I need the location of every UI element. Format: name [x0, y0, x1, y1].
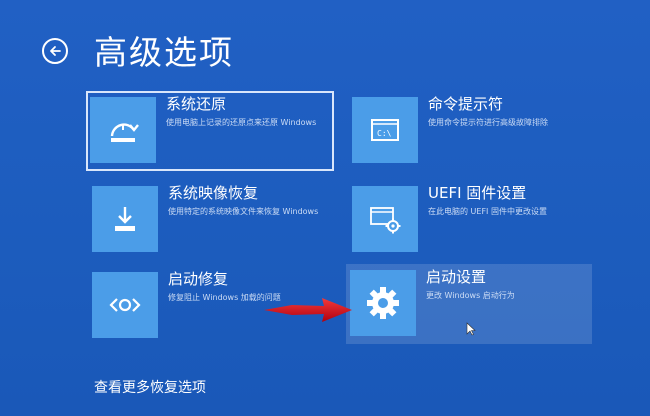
option-title: 启动修复	[168, 270, 229, 288]
option-tile	[92, 186, 158, 252]
system-image-icon	[115, 207, 135, 231]
option-command-prompt[interactable]: C:\ 命令提示符 使用命令提示符进行高级故障排除	[348, 91, 596, 171]
startup-repair-icon	[109, 298, 141, 312]
mouse-cursor-icon	[466, 322, 476, 336]
advanced-options-screen: 高级选项 系统还原 使用电脑上记录的还原点来还原 Windows C:\ 命令提	[0, 0, 650, 416]
option-tile	[92, 272, 158, 338]
restore-icon	[110, 123, 139, 142]
back-button[interactable]	[42, 38, 68, 64]
option-title: 启动设置	[426, 268, 487, 286]
option-description: 使用电脑上记录的还原点来还原 Windows	[166, 118, 317, 127]
option-description: 更改 Windows 启动行为	[426, 291, 515, 300]
see-more-recovery-options-link[interactable]: 查看更多恢复选项	[94, 377, 206, 397]
svg-text:C:\: C:\	[377, 129, 392, 138]
option-title: 系统还原	[166, 95, 227, 113]
red-arrow-annotation	[264, 298, 352, 322]
option-system-image-recovery[interactable]: 系统映像恢复 使用特定的系统映像文件来恢复 Windows	[88, 180, 336, 260]
option-system-restore[interactable]: 系统还原 使用电脑上记录的还原点来还原 Windows	[86, 91, 334, 171]
option-description: 使用命令提示符进行高级故障排除	[428, 118, 548, 127]
option-title: 命令提示符	[428, 95, 504, 113]
gear-icon	[367, 287, 399, 319]
option-tile	[90, 97, 156, 163]
option-description: 使用特定的系统映像文件来恢复 Windows	[168, 207, 319, 216]
uefi-firmware-icon	[370, 207, 401, 234]
option-tile: C:\	[352, 97, 418, 163]
option-description: 在此电脑的 UEFI 固件中更改设置	[428, 207, 547, 216]
option-title: UEFI 固件设置	[428, 184, 527, 202]
command-prompt-icon: C:\	[371, 119, 399, 141]
page-title: 高级选项	[94, 33, 234, 72]
option-uefi-firmware-settings[interactable]: UEFI 固件设置 在此电脑的 UEFI 固件中更改设置	[348, 180, 596, 260]
back-arrow-icon	[50, 46, 61, 56]
option-tile	[352, 186, 418, 252]
option-tile	[350, 270, 416, 336]
option-title: 系统映像恢复	[168, 184, 259, 202]
